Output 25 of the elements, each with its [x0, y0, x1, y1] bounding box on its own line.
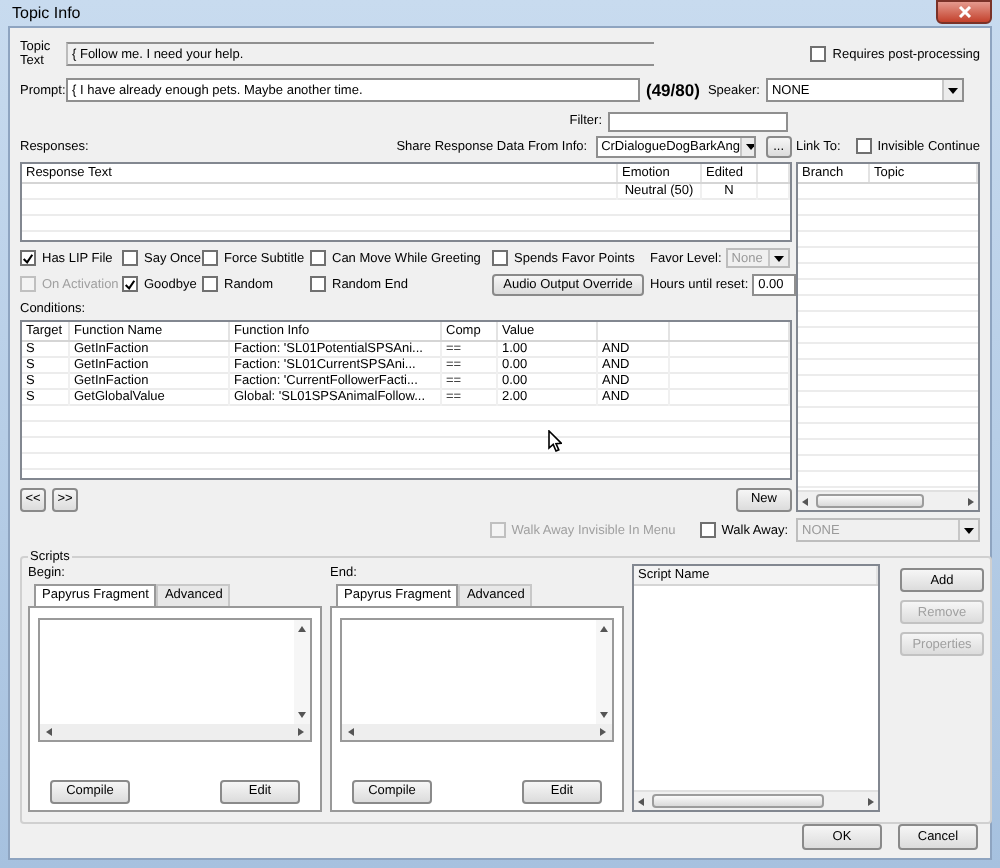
caret-icon — [773, 255, 784, 261]
character-counter: (49/80) — [646, 80, 700, 100]
caret-icon — [964, 527, 974, 533]
script-editor[interactable] — [38, 618, 312, 742]
checkbox[interactable] — [20, 250, 36, 266]
close-icon — [957, 5, 971, 17]
checkbox[interactable] — [699, 522, 716, 538]
close-button[interactable] — [936, 0, 992, 23]
filter-field[interactable] — [608, 111, 788, 131]
checkbox[interactable] — [310, 250, 326, 266]
caret-icon — [745, 143, 754, 149]
mouse-pointer-icon — [548, 430, 562, 452]
checkbox[interactable] — [855, 138, 872, 154]
horizontal-scrollbar[interactable] — [798, 490, 978, 510]
checkbox[interactable] — [202, 276, 218, 292]
checkbox[interactable] — [492, 250, 508, 266]
checkbox[interactable] — [810, 46, 827, 62]
caret-icon — [947, 87, 958, 93]
checkbox[interactable] — [310, 276, 326, 292]
horizontal-scrollbar[interactable] — [634, 790, 878, 810]
checkbox[interactable] — [122, 276, 138, 292]
script-editor[interactable] — [340, 618, 614, 742]
checkbox[interactable] — [122, 250, 138, 266]
checkbox[interactable] — [202, 250, 218, 266]
window-title: Topic Info — [12, 4, 81, 22]
